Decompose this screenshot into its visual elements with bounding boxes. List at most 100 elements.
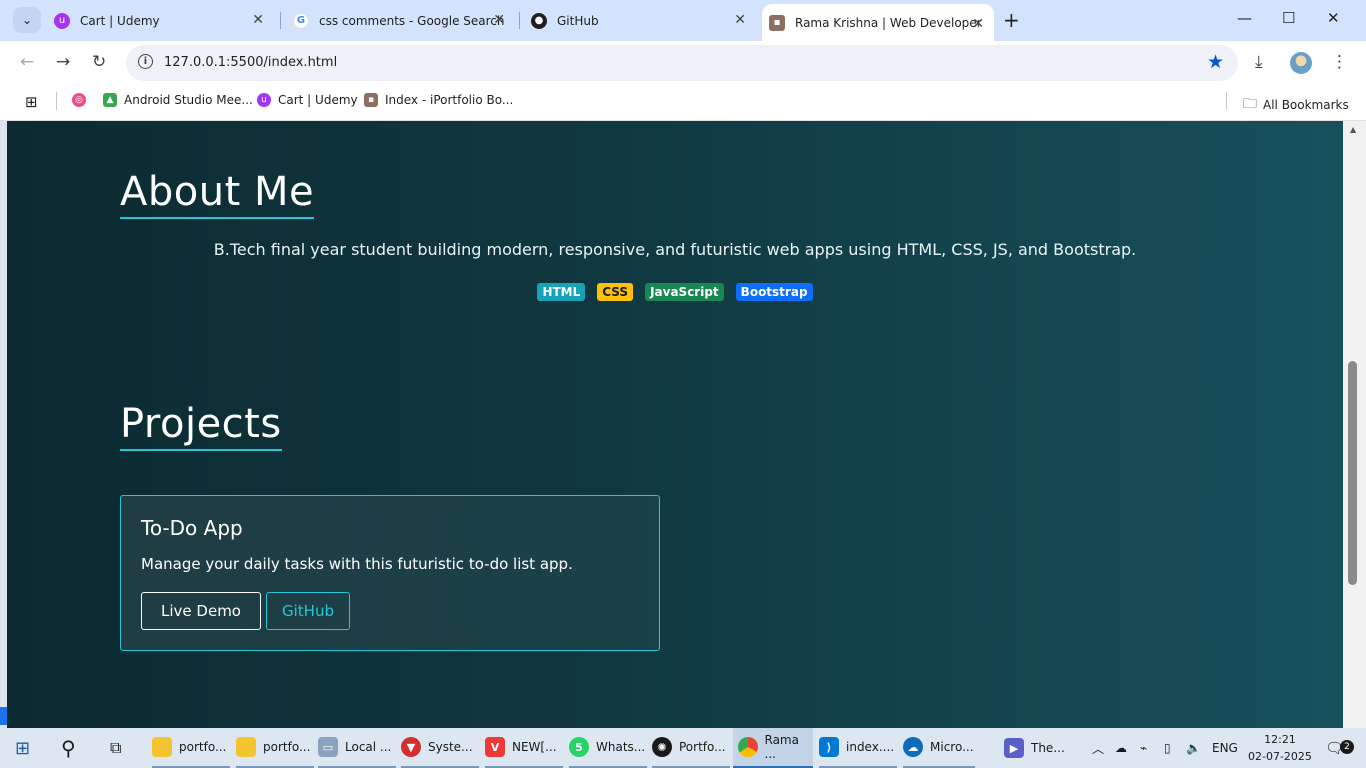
taskbar-label: portfo...	[263, 740, 311, 754]
skill-badges: HTML CSS JavaScript Bootstrap	[7, 283, 1343, 301]
taskbar-label: portfo...	[179, 740, 227, 754]
app-icon: ▼	[401, 737, 421, 757]
tab-label: Rama Krishna | Web Developer	[795, 15, 982, 30]
bookmark-divider	[56, 92, 57, 110]
tab-label: css comments - Google Search	[319, 13, 505, 28]
taskbar-label: Micro...	[930, 740, 974, 754]
badge-bootstrap: Bootstrap	[735, 283, 813, 301]
taskbar-item[interactable]: Rama ...	[733, 728, 813, 768]
windows-start-icon[interactable]: ⊞	[15, 728, 30, 768]
battery-icon[interactable]: ▯	[1164, 728, 1171, 768]
avatar[interactable]	[1290, 52, 1312, 74]
reload-button[interactable]: ↻	[92, 52, 106, 72]
volume-icon[interactable]: 🔈	[1186, 728, 1201, 768]
url-text[interactable]: 127.0.0.1:5500/index.html	[164, 55, 337, 70]
app-logo-icon: ◎	[72, 93, 86, 107]
maximize-icon: ☐	[1282, 9, 1296, 27]
udemy-icon: u	[54, 12, 70, 29]
taskbar-label: NEW[...	[512, 740, 557, 754]
taskbar-item[interactable]: ✺ Portfo...	[652, 728, 730, 768]
about-heading: About Me	[120, 169, 315, 219]
bookmark-iportfolio[interactable]: ▪ Index - iPortfolio Bo...	[364, 93, 513, 107]
network-icon[interactable]: ⌁	[1140, 728, 1147, 768]
udemy-icon: u	[257, 93, 271, 107]
tab-google-search[interactable]: G css comments - Google Search ✕	[293, 0, 515, 41]
page-icon: ▪	[769, 14, 785, 31]
live-demo-button[interactable]: Live Demo	[141, 592, 261, 630]
close-icon[interactable]: ✕	[252, 12, 264, 28]
page-icon: ▪	[364, 93, 378, 107]
minimize-button[interactable]: —	[1237, 9, 1252, 27]
chevron-up-icon[interactable]: ︿	[1092, 728, 1104, 768]
page-scrollbar[interactable]: ▲	[1343, 121, 1366, 728]
google-icon: G	[293, 12, 309, 29]
tab-search-button[interactable]: ⌄	[13, 7, 41, 33]
tab-portfolio[interactable]: ▪ Rama Krishna | Web Developer ✕	[762, 4, 994, 41]
badge-javascript: JavaScript	[645, 283, 724, 301]
maximize-button[interactable]: ☐	[1282, 9, 1295, 27]
bookmark-label: Android Studio Mee...	[124, 93, 253, 107]
cloud-icon[interactable]: ☁	[1115, 728, 1127, 768]
onedrive-icon: ☁	[903, 737, 923, 757]
close-icon[interactable]: ✕	[734, 12, 746, 28]
minimize-icon: —	[1237, 9, 1252, 27]
bookmark-divider	[1226, 92, 1227, 110]
info-icon[interactable]: i	[138, 54, 153, 69]
tab-udemy[interactable]: u Cart | Udemy ✕	[54, 0, 274, 41]
close-window-button[interactable]: ✕	[1327, 9, 1340, 27]
taskbar-item[interactable]: V NEW[...	[485, 728, 563, 768]
scroll-up-icon[interactable]: ▲	[1350, 125, 1356, 134]
taskbar-item[interactable]: portfo...	[152, 728, 230, 768]
window-left-edge	[0, 121, 7, 728]
taskbar-item[interactable]: ☁ Micro...	[903, 728, 975, 768]
language-indicator[interactable]: ENG	[1212, 728, 1238, 768]
folder-icon: 🗀	[1243, 96, 1257, 112]
android-icon: ▲	[103, 93, 117, 107]
taskbar-label: Portfo...	[679, 740, 726, 754]
search-icon[interactable]: ⚲	[61, 728, 76, 768]
clock-date: 02-07-2025	[1248, 750, 1312, 763]
taskbar-label: The...	[1031, 741, 1065, 755]
whatsapp-icon: 5	[569, 737, 589, 757]
edge-marker	[0, 707, 7, 725]
menu-dots-icon[interactable]: ⋮	[1331, 52, 1348, 72]
new-tab-button[interactable]: +	[1003, 8, 1020, 32]
chatgpt-icon: ✺	[652, 737, 672, 757]
taskbar-label: Rama ...	[764, 733, 799, 761]
projects-heading: Projects	[120, 401, 282, 451]
all-bookmarks-button[interactable]: 🗀 All Bookmarks	[1243, 93, 1349, 117]
github-button[interactable]: GitHub	[266, 592, 350, 630]
scrollbar-thumb[interactable]	[1348, 361, 1357, 585]
apps-grid-icon[interactable]: ⊞	[25, 93, 38, 111]
taskbar-item[interactable]: ▼ Syste...	[401, 728, 479, 768]
about-text: B.Tech final year student building moder…	[213, 240, 1137, 259]
download-icon[interactable]: ⤓	[1255, 52, 1263, 72]
bookmark-android-studio[interactable]: ▲ Android Studio Mee...	[103, 93, 253, 107]
folder-icon	[236, 737, 256, 757]
bookmark-icon-only[interactable]: ◎	[72, 93, 93, 107]
bookmark-star-icon[interactable]: ★	[1207, 51, 1224, 73]
plus-icon: +	[1003, 8, 1020, 32]
taskbar-item[interactable]: portfo...	[236, 728, 314, 768]
clock[interactable]: 12:21 02-07-2025	[1248, 731, 1312, 765]
bookmark-udemy[interactable]: u Cart | Udemy	[257, 93, 358, 107]
arrow-right-icon: →	[56, 52, 71, 72]
task-view-icon[interactable]: ⧉	[110, 728, 121, 768]
address-bar[interactable]: i 127.0.0.1:5500/index.html ★	[126, 45, 1238, 81]
project-title: To-Do App	[141, 516, 243, 540]
close-icon[interactable]: ✕	[493, 12, 505, 28]
vscode-icon: ⟩	[819, 737, 839, 757]
forward-button[interactable]: →	[56, 52, 70, 72]
taskbar-item[interactable]: ▶ The...	[1004, 728, 1078, 768]
taskbar-item[interactable]: ▭ Local ...	[318, 728, 396, 768]
github-icon: ●	[531, 12, 547, 29]
notification-count: 2	[1340, 740, 1354, 754]
taskbar-item[interactable]: 5 Whats...	[569, 728, 647, 768]
close-icon[interactable]: ✕	[972, 16, 984, 32]
tab-github[interactable]: ● GitHub ✕	[531, 0, 756, 41]
back-button[interactable]: ←	[20, 52, 34, 72]
arrow-left-icon: ←	[20, 52, 35, 72]
tab-divider	[280, 12, 281, 29]
all-bookmarks-label: All Bookmarks	[1263, 98, 1349, 112]
taskbar-item[interactable]: ⟩ index....	[819, 728, 897, 768]
